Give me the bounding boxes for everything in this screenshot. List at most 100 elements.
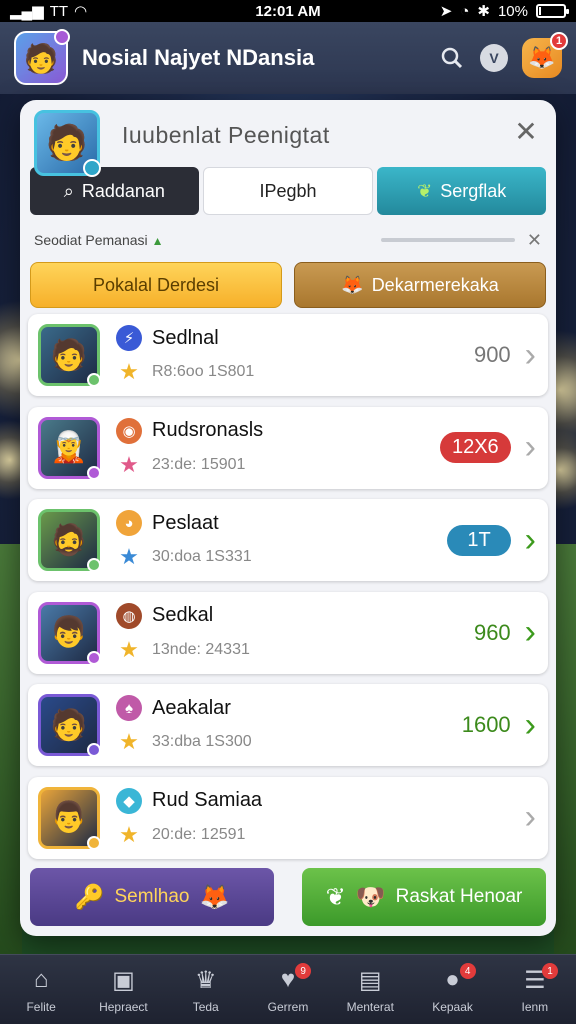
tab-label: Kepaak [432,999,473,1014]
leaf-icon: ❦ [325,883,346,911]
heart-icon: ♥ [280,965,296,993]
tab-badge: 4 [459,963,476,979]
tab-label: Teda [192,999,219,1014]
leaderboard-row[interactable]: 🧑 ♠ Aeakalar ★ 33:dba 1S300 1600 › [28,684,548,766]
vip-button[interactable]: V [476,40,512,76]
bottom-tab-bar: ⌂ Felite ▣ Hepraect ♛ Teda ♥ Gerrem 9 ▤ Menterat ● K… [0,954,576,1024]
player-subtitle: 30:doa 1S331 [152,548,252,565]
leaderboard-row[interactable]: 🧝 ◉ Rudsronasls ★ 23:de: 15901 12X6 › [28,406,548,489]
vip-icon: V [480,44,508,72]
guild-icon: ◍ [116,602,142,629]
star-icon: ★ [119,636,139,662]
tab-badge: 9 [295,963,312,979]
fox-mascot-icon: 🦊 [528,45,556,70]
segment-label: Raddanan [81,180,165,201]
clear-filter-button[interactable]: ✕ [527,230,542,251]
location-icon: ➤ [439,3,453,20]
button-label: Semlhao [114,886,190,907]
avatar-badge [54,29,70,45]
search-icon [441,47,463,69]
player-thumbnail: 🧑 [38,324,101,387]
notifications-button[interactable]: 🦊 1 [522,32,568,78]
battery-percent: 10% [497,2,528,20]
tab-label: Hepraect [99,999,148,1014]
tab-label: Ienm [521,999,549,1014]
triangle-icon: ▲ [151,234,164,248]
tab-menterat[interactable]: ▤ Menterat [329,955,411,1024]
leaf-icon: ❦ [417,180,433,201]
wifi-icon: ◠ [74,3,88,20]
close-button[interactable]: ✕ [512,118,540,146]
leaderboard-panel: 🧑 Iuubenlat Peenigtat ✕ ⌕ Raddanan IPegb… [20,100,556,936]
chevron-right-icon: › [524,428,536,466]
segment-ipegbh[interactable]: IPegbh [202,167,374,215]
battery-icon [536,4,569,18]
tab-felite[interactable]: ⌂ Felite [0,955,82,1024]
leaderboard-row[interactable]: 🧔 ◕ Peslaat ★ 30:doa 1S331 1T › [28,499,548,581]
raskat-button[interactable]: ❦ 🐶 Raskat Henoar [302,868,546,926]
chevron-right-icon: › [524,335,536,374]
calendar-icon: ▣ [112,966,135,994]
search-button[interactable] [434,40,470,76]
tab-hepraect[interactable]: ▣ Hepraect [82,955,164,1024]
chevron-right-icon: › [524,520,536,559]
tab-label: Menterat [346,999,394,1014]
app-header: 🧑 Nosial Najyet NDansia V 🦊 1 [0,22,576,94]
score-value: 12X6 [439,432,511,463]
leaderboard-row[interactable]: 👨 ◆ Rud Samiaa ★ 20:de: 12591 › [28,776,548,859]
player-name: Sedlnal [152,326,219,349]
close-icon: ✕ [514,116,538,147]
segment-label: IPegbh [259,180,317,201]
pokalal-button[interactable]: Pokalal Derdesi [30,262,282,308]
search-icon: ⌕ [63,180,74,201]
segment-sergflak[interactable]: ❦ Sergflak [377,167,547,215]
player-name: Rud Samiaa [152,789,263,811]
player-thumbnail: 👦 [38,601,101,665]
player-name: Aeakalar [152,696,231,719]
guild-icon: ⚡ [116,325,142,351]
chevron-right-icon: › [524,798,536,836]
tab-teda[interactable]: ♛ Teda [165,955,247,1024]
leaderboard-row[interactable]: 👦 ◍ Sedkal ★ 13nde: 24331 960 › [28,591,548,674]
tab-ienm[interactable]: ☰ Ienm 1 [494,955,576,1024]
tab-gerrem[interactable]: ♥ Gerrem 9 [247,955,329,1024]
tab-label: Gerrem [267,999,309,1014]
tab-kepaak[interactable]: ● Kepaak 4 [411,955,493,1024]
notification-count: 1 [550,32,568,50]
filter-slider[interactable] [380,238,515,242]
filter-row: Seodiat Pemanasi ▲ ✕ [34,228,542,252]
player-subtitle: 23:de: 15901 [152,455,246,473]
action-buttons: Pokalal Derdesi 🦊 Dekarmerekaka [30,262,546,308]
chevron-right-icon: › [524,705,536,744]
star-icon: ★ [119,451,139,477]
bluetooth-icon: ✱ [477,3,490,20]
guild-icon: ◕ [116,510,142,536]
trophy-icon: ♛ [194,966,217,994]
player-subtitle: 13nde: 24331 [152,640,250,658]
clock: 12:01 AM [255,2,321,20]
panel-header: 🧑 Iuubenlat Peenigtat ✕ [20,100,556,177]
filter-label: Seodiat Pemanasi ▲ [34,232,164,248]
player-name: Rudsronasls [152,419,264,441]
player-thumbnail: 🧔 [38,509,101,572]
guild-icon: ♠ [116,695,142,721]
player-subtitle: 20:de: 12591 [152,825,246,843]
score-value: 960 [473,619,511,645]
panel-title: Iuubenlat Peenigtat [122,122,330,148]
profile-avatar[interactable]: 🧑 [14,29,70,85]
chevron-right-icon: › [524,613,536,651]
player-thumbnail: 👨 [38,786,101,850]
segment-label: Sergflak [440,180,507,201]
player-thumbnail: 🧑 [38,694,101,757]
semlhao-button[interactable]: 🔑 Semlhao 🦊 [30,868,274,926]
dekarmerekaka-button[interactable]: 🦊 Dekarmerekaka [294,262,546,308]
panel-avatar: 🧑 [34,110,101,177]
app-title: Nosial Najyet NDansia [82,45,315,70]
star-icon: ★ [119,821,139,847]
guild-icon: ◉ [116,417,142,444]
leaderboard-row[interactable]: 🧑 ⚡ Sedlnal ★ R8:6oo 1S801 900 › [28,314,548,396]
score-value: 1600 [461,712,511,737]
alarm-icon: ◔ [460,2,470,20]
carrier-label: TT [49,2,69,20]
score-value: 1T [447,524,511,556]
